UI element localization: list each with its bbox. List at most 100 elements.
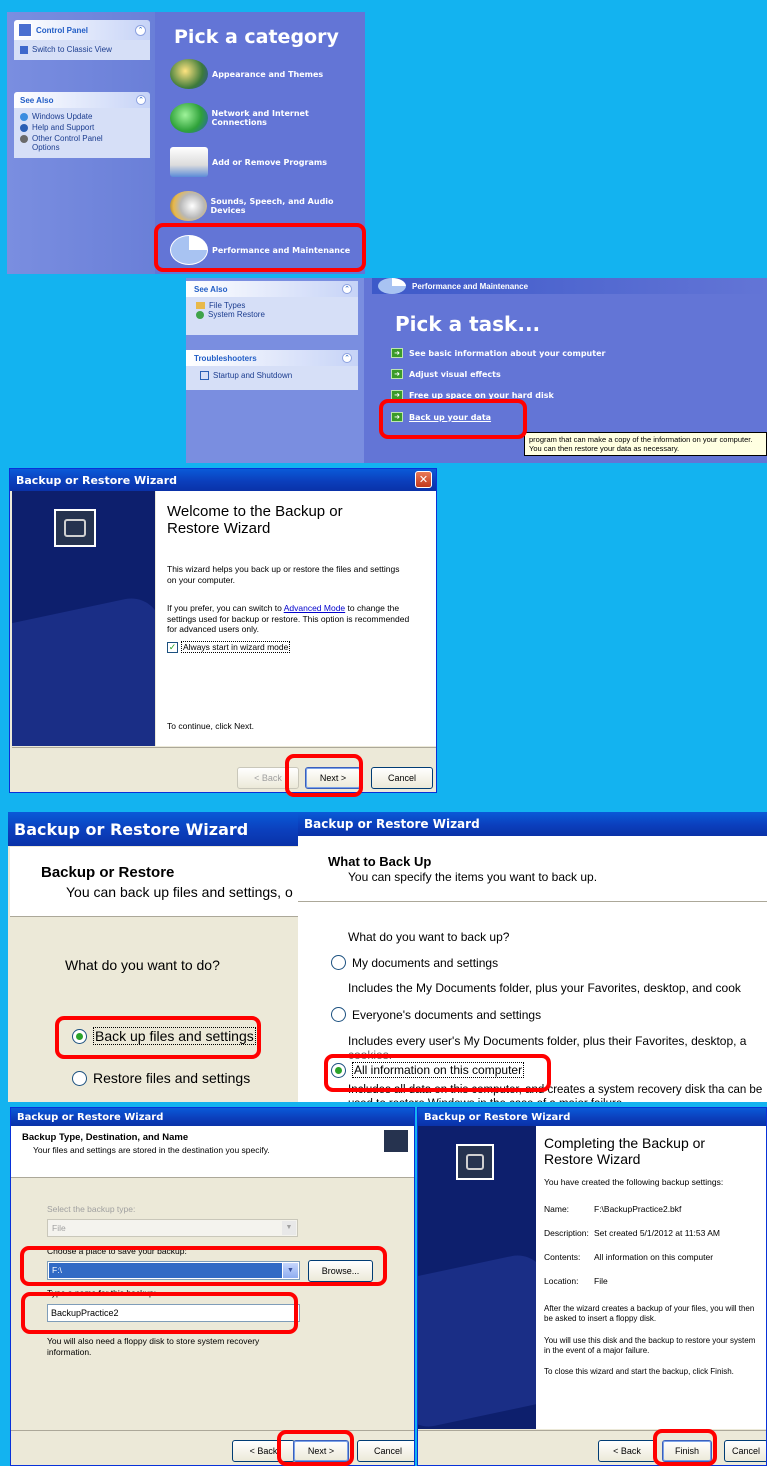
what-header-area [298, 836, 767, 902]
help-support-link[interactable]: Help and Support [20, 123, 144, 132]
window-title: Backup or Restore Wizard [14, 819, 249, 839]
complete-heading: Completing the Backup or Restore Wizard [544, 1135, 706, 1168]
collapse-icon[interactable]: ⌃ [342, 284, 352, 294]
task-visual-effects[interactable]: ➜ Adjust visual effects [391, 369, 501, 379]
see-also-box: See Also ⌃ Windows Update Help and Suppo… [14, 92, 150, 158]
task-back-up[interactable]: ➜ Back up your data [391, 412, 491, 422]
place-label: Choose a place to save your backup: [47, 1246, 187, 1256]
radio-empty-icon [331, 1007, 346, 1022]
radio-back-up[interactable]: Back up files and settings [72, 1027, 256, 1045]
what-to-back-up-window: Backup or Restore Wizard What to Back Up… [298, 812, 767, 1102]
setting-location-key: Location: [544, 1276, 579, 1286]
window-title: Backup or Restore Wizard [304, 817, 480, 831]
type-select[interactable]: File ▼ [47, 1219, 298, 1237]
welcome-wizard-window: Backup or Restore Wizard ✕ Welcome to th… [9, 468, 437, 793]
advanced-mode-link[interactable]: Advanced Mode [284, 603, 345, 613]
radio-selected-icon [331, 1062, 346, 1078]
separator [12, 747, 436, 748]
troubleshooters-header[interactable]: Troubleshooters ⌃ [186, 350, 358, 366]
complete-title-bar: Backup or Restore Wizard [418, 1108, 766, 1126]
switch-view-link[interactable]: Switch to Classic View [20, 45, 144, 54]
welcome-paragraph-1: This wizard helps you back up or restore… [167, 564, 400, 585]
see-also-header[interactable]: See Also ⌃ [14, 92, 150, 108]
browse-button[interactable]: Browse... [308, 1260, 373, 1282]
restore-icon [196, 310, 204, 319]
separator [11, 1430, 414, 1431]
arrow-icon: ➜ [391, 390, 403, 400]
system-restore-link[interactable]: System Restore [196, 310, 348, 319]
help-icon [200, 371, 209, 380]
destination-window: Backup or Restore Wizard Backup Type, De… [10, 1107, 415, 1466]
collapse-icon[interactable]: ⌃ [342, 353, 352, 363]
what-subheading: You can specify the items you want to ba… [348, 870, 598, 884]
close-icon[interactable]: ✕ [415, 471, 432, 488]
file-types-link[interactable]: File Types [196, 301, 348, 310]
place-select[interactable]: F:\ ▼ [47, 1261, 300, 1280]
backup-or-restore-window: Backup or Restore Wizard Backup or Resto… [8, 812, 298, 1102]
task-basic-info[interactable]: ➜ See basic information about your comput… [391, 348, 605, 358]
perf-see-also-header[interactable]: See Also ⌃ [186, 281, 358, 297]
everyone-description: Includes every user's My Documents folde… [348, 1034, 747, 1048]
control-panel-sidebar: Control Panel ⌃ Switch to Classic View S… [7, 12, 155, 274]
wizard-mode-checkbox[interactable]: ✓ Always start in wizard mode [167, 641, 291, 653]
see-also-body: Windows Update Help and Support Other Co… [14, 108, 150, 158]
welcome-side-panel [12, 491, 155, 746]
perf-see-also-title: See Also [194, 284, 228, 294]
complete-paragraph-2: You will use this disk and the backup to… [544, 1336, 756, 1355]
control-panel-window: Control Panel ⌃ Switch to Classic View S… [7, 12, 365, 274]
arrow-icon: ➜ [391, 412, 403, 422]
cancel-button[interactable]: Cancel [357, 1440, 414, 1462]
see-also-title: See Also [20, 95, 54, 105]
radio-restore[interactable]: Restore files and settings [72, 1070, 250, 1086]
radio-my-documents[interactable]: My documents and settings [331, 955, 498, 970]
category-network[interactable]: Network and Internet Connections [170, 103, 365, 133]
perf-header-title: Performance and Maintenance [412, 281, 529, 291]
folder-icon [196, 302, 205, 309]
pick-task-heading: Pick a task... [395, 312, 541, 336]
startup-shutdown-link[interactable]: Startup and Shutdown [200, 371, 344, 380]
category-sounds[interactable]: Sounds, Speech, and Audio Devices [170, 191, 365, 221]
name-label: Type a name for this backup: [47, 1288, 157, 1298]
category-performance[interactable]: Performance and Maintenance [170, 235, 350, 265]
radio-all-information[interactable]: All information on this computer [331, 1062, 525, 1078]
cancel-button[interactable]: Cancel [724, 1440, 766, 1462]
chevron-down-icon: ▼ [282, 1221, 296, 1235]
backup-name-input[interactable]: BackupPractice2 [47, 1304, 300, 1322]
window-title: Backup or Restore Wizard [16, 473, 178, 487]
troubleshooters-title: Troubleshooters [194, 353, 257, 363]
other-options-link[interactable]: Other Control Panel Options [20, 134, 144, 152]
back-button[interactable]: < Back [232, 1440, 295, 1462]
finish-button[interactable]: Finish [662, 1440, 712, 1462]
next-button[interactable]: Next > [293, 1440, 349, 1462]
radio-everyone[interactable]: Everyone's documents and settings [331, 1007, 541, 1022]
network-icon [170, 103, 208, 133]
back-button[interactable]: < Back [237, 767, 299, 789]
next-button[interactable]: Next > [305, 767, 361, 789]
perf-see-also-box: See Also ⌃ File Types System Restore [186, 281, 358, 335]
programs-icon [170, 147, 208, 177]
control-panel-header[interactable]: Control Panel ⌃ [14, 20, 150, 40]
welcome-paragraph-2: If you prefer, you can switch to Advance… [167, 603, 410, 635]
floppy-note: You will also need a floppy disk to stor… [47, 1336, 260, 1357]
category-add-remove[interactable]: Add or Remove Programs [170, 147, 327, 177]
cancel-button[interactable]: Cancel [371, 767, 433, 789]
radio-selected-icon [72, 1028, 87, 1044]
collapse-icon[interactable]: ⌃ [136, 95, 146, 105]
radio-empty-icon [72, 1070, 87, 1086]
setting-name-key: Name: [544, 1204, 570, 1214]
control-panel-body: Switch to Classic View [14, 40, 150, 60]
continue-text: To continue, click Next. [167, 721, 254, 731]
collapse-icon[interactable]: ⌃ [135, 24, 146, 36]
category-appearance[interactable]: Appearance and Themes [170, 59, 323, 89]
checkbox-checked-icon: ✓ [167, 641, 178, 653]
task-free-space[interactable]: ➜ Free up space on your hard disk [391, 390, 554, 400]
backup-icon [54, 509, 96, 547]
back-button[interactable]: < Back [598, 1440, 656, 1462]
appearance-icon [170, 59, 208, 89]
complete-paragraph-1: After the wizard creates a backup of you… [544, 1304, 755, 1323]
perf-sidebar: See Also ⌃ File Types System Restore Tro… [186, 278, 364, 463]
everyone-description-2: cookies. [348, 1048, 393, 1062]
setting-description-key: Description: [544, 1228, 589, 1238]
setting-description-value: Set created 5/1/2012 at 11:53 AM [594, 1228, 721, 1238]
windows-update-link[interactable]: Windows Update [20, 112, 144, 121]
